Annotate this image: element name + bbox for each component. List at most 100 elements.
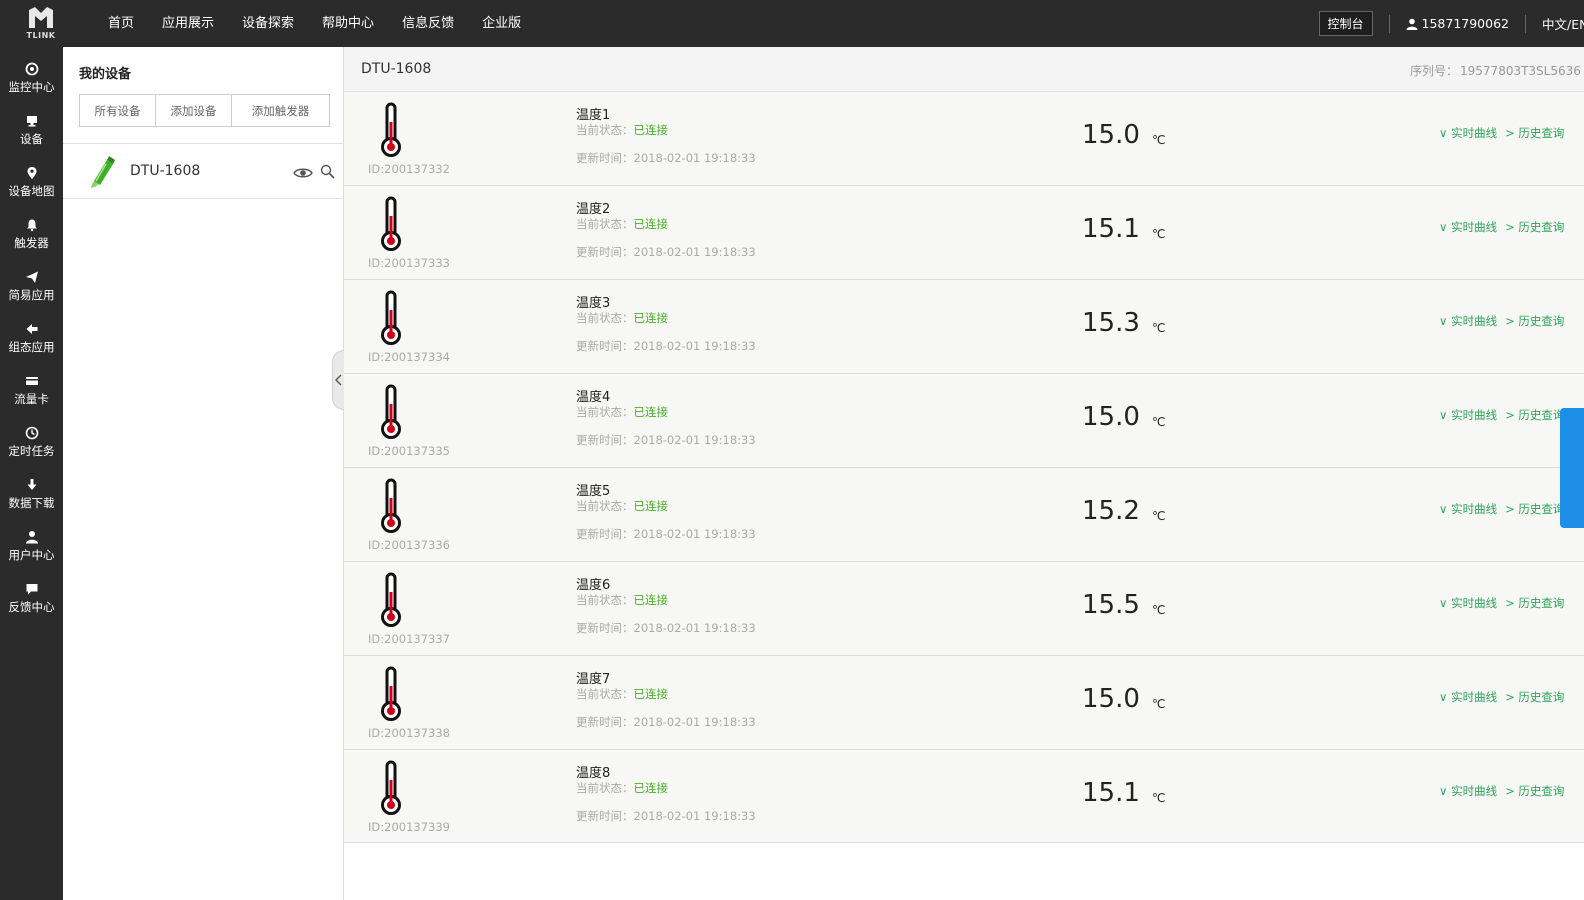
sensor-name: 温度1 xyxy=(576,108,611,123)
sensor-id: ID:200137333 xyxy=(368,256,450,270)
tlink-logo[interactable]: TLINK xyxy=(22,6,60,42)
serial-value: 19577803T3SL5636 xyxy=(1460,64,1581,78)
history-query-link[interactable]: > 历史查询 xyxy=(1505,502,1564,516)
realtime-curve-link[interactable]: ∨ 实时曲线 xyxy=(1439,502,1497,516)
sensor-value: 15.2 xyxy=(1082,496,1140,526)
device-panel: 我的设备 所有设备 添加设备 添加触发器 DTU-1608 xyxy=(63,47,344,900)
main-content: DTU-1608 序列号： 19577803T3SL5636 ID:2001373… xyxy=(344,47,1584,900)
thermometer-icon xyxy=(381,760,401,815)
sensor-status: 当前状态：已连接 xyxy=(576,216,668,232)
update-label: 更新时间： xyxy=(576,527,634,541)
history-query-label: 历史查询 xyxy=(1518,408,1565,422)
user-menu[interactable]: 15871790062 xyxy=(1390,16,1525,31)
sidebar-item-monitor[interactable]: 监控中心 xyxy=(0,52,63,104)
sensor-name: 温度3 xyxy=(576,296,611,311)
clock-icon xyxy=(25,426,38,439)
search-icon[interactable] xyxy=(320,164,335,179)
tab-add-trigger[interactable]: 添加触发器 xyxy=(232,95,329,126)
sidebar-item-simple-app[interactable]: 简易应用 xyxy=(0,260,63,312)
tab-add-device[interactable]: 添加设备 xyxy=(156,95,232,126)
nav-explore[interactable]: 设备探索 xyxy=(228,0,308,47)
sidebar-item-user-center[interactable]: 用户中心 xyxy=(0,520,63,572)
sidebar: 监控中心 设备 设备地图 触发器 简易应用 组态应用 流量卡 定时任务 数据下载… xyxy=(0,47,63,900)
realtime-curve-label: 实时曲线 xyxy=(1451,220,1498,234)
history-query-link[interactable]: > 历史查询 xyxy=(1505,126,1564,140)
realtime-curve-label: 实时曲线 xyxy=(1451,784,1498,798)
sensor-name: 温度8 xyxy=(576,766,611,781)
sidebar-item-feedback-center[interactable]: 反馈中心 xyxy=(0,572,63,624)
status-value: 已连接 xyxy=(633,311,669,325)
sidebar-item-scheduled-task[interactable]: 定时任务 xyxy=(0,416,63,468)
nav-showcase[interactable]: 应用展示 xyxy=(148,0,228,47)
sensor-status: 当前状态：已连接 xyxy=(576,780,668,796)
nav-enterprise[interactable]: 企业版 xyxy=(468,0,535,47)
monitor-icon xyxy=(25,62,38,75)
sensor-value: 15.3 xyxy=(1082,308,1140,338)
status-label: 当前状态： xyxy=(576,593,634,607)
sidebar-item-trigger[interactable]: 触发器 xyxy=(0,208,63,260)
realtime-curve-link[interactable]: ∨ 实时曲线 xyxy=(1439,690,1497,704)
nav-feedback[interactable]: 信息反馈 xyxy=(388,0,468,47)
history-query-label: 历史查询 xyxy=(1518,220,1565,234)
sidebar-item-data-download[interactable]: 数据下载 xyxy=(0,468,63,520)
realtime-curve-link[interactable]: ∨ 实时曲线 xyxy=(1439,126,1497,140)
status-value: 已连接 xyxy=(633,405,669,419)
eye-icon[interactable] xyxy=(293,166,313,180)
history-query-link[interactable]: > 历史查询 xyxy=(1505,314,1564,328)
realtime-curve-link[interactable]: ∨ 实时曲线 xyxy=(1439,784,1497,798)
sensor-name: 温度4 xyxy=(576,390,611,405)
floating-side-tab[interactable] xyxy=(1560,408,1584,528)
sensor-id: ID:200137339 xyxy=(368,820,450,834)
history-query-link[interactable]: > 历史查询 xyxy=(1505,220,1564,234)
user-phone: 15871790062 xyxy=(1421,16,1509,31)
tab-all-devices[interactable]: 所有设备 xyxy=(80,95,156,126)
update-time-value: 2018-02-01 19:18:33 xyxy=(633,621,756,635)
arrow-left-icon xyxy=(26,323,37,334)
status-label: 当前状态： xyxy=(576,405,634,419)
nav-help[interactable]: 帮助中心 xyxy=(308,0,388,47)
realtime-curve-link[interactable]: ∨ 实时曲线 xyxy=(1439,314,1497,328)
status-value: 已连接 xyxy=(633,217,669,231)
chevron-down-icon: ∨ xyxy=(1439,596,1452,610)
sensor-update-time: 更新时间：2018-02-01 19:18:33 xyxy=(576,808,756,824)
thermometer-icon xyxy=(381,102,401,157)
sensor-name: 温度2 xyxy=(576,202,611,217)
sensor-id: ID:200137332 xyxy=(368,162,450,176)
sensor-id: ID:200137334 xyxy=(368,350,450,364)
card-icon xyxy=(25,376,38,385)
thermometer-icon xyxy=(381,572,401,627)
sidebar-item-device[interactable]: 设备 xyxy=(0,104,63,156)
realtime-curve-link[interactable]: ∨ 实时曲线 xyxy=(1439,220,1497,234)
sensor-unit: ℃ xyxy=(1152,791,1166,805)
sidebar-item-label: 定时任务 xyxy=(8,443,55,458)
language-switch[interactable]: 中文/EN xyxy=(1526,14,1584,33)
sidebar-item-sim-card[interactable]: 流量卡 xyxy=(0,364,63,416)
sidebar-item-label: 流量卡 xyxy=(14,391,49,406)
sensor-status: 当前状态：已连接 xyxy=(576,404,668,420)
device-list-item[interactable]: DTU-1608 xyxy=(63,144,343,199)
realtime-curve-link[interactable]: ∨ 实时曲线 xyxy=(1439,408,1497,422)
sensor-row: ID:200137335 温度4 当前状态：已连接 更新时间：2018-02-0… xyxy=(344,374,1584,468)
realtime-curve-link[interactable]: ∨ 实时曲线 xyxy=(1439,596,1497,610)
history-query-link[interactable]: > 历史查询 xyxy=(1505,690,1564,704)
sensor-status: 当前状态：已连接 xyxy=(576,498,668,514)
main-nav: 首页 应用展示 设备探索 帮助中心 信息反馈 企业版 xyxy=(94,0,535,47)
status-label: 当前状态： xyxy=(576,217,634,231)
history-query-link[interactable]: > 历史查询 xyxy=(1505,784,1564,798)
history-query-link[interactable]: > 历史查询 xyxy=(1505,596,1564,610)
sensor-id: ID:200137337 xyxy=(368,632,450,646)
console-button[interactable]: 控制台 xyxy=(1318,11,1373,36)
nav-home[interactable]: 首页 xyxy=(94,0,148,47)
sensor-update-time: 更新时间：2018-02-01 19:18:33 xyxy=(576,338,756,354)
chevron-down-icon: ∨ xyxy=(1439,408,1452,422)
status-label: 当前状态： xyxy=(576,123,634,137)
device-name: DTU-1608 xyxy=(130,163,201,179)
sidebar-item-map[interactable]: 设备地图 xyxy=(0,156,63,208)
panel-collapse-handle[interactable] xyxy=(332,350,344,410)
status-label: 当前状态： xyxy=(576,311,634,325)
sidebar-item-scada-app[interactable]: 组态应用 xyxy=(0,312,63,364)
sidebar-item-label: 数据下载 xyxy=(8,495,55,510)
history-query-link[interactable]: > 历史查询 xyxy=(1505,408,1564,422)
status-value: 已连接 xyxy=(633,593,669,607)
chevron-right-icon: > xyxy=(1505,690,1519,704)
